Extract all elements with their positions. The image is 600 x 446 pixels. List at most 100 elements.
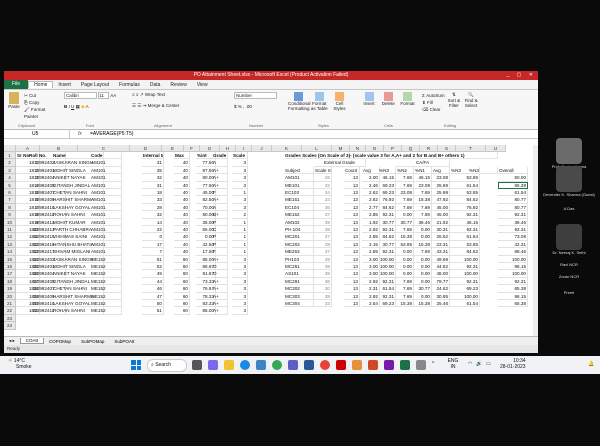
currency-icon[interactable]: $ xyxy=(234,104,237,109)
table-cell[interactable]: A xyxy=(212,203,228,212)
table-cell[interactable]: MC291 xyxy=(284,277,314,286)
table-cell[interactable]: 3 xyxy=(232,300,248,308)
table-cell[interactable]: 3 xyxy=(232,166,248,175)
table-cell[interactable]: 13 xyxy=(344,203,360,212)
table-cell[interactable]: 7.69 xyxy=(396,174,414,182)
table-cell[interactable]: 69.23 xyxy=(378,189,396,197)
table-cell[interactable]: 31 xyxy=(142,159,164,167)
table-cell[interactable]: 32 xyxy=(142,211,164,219)
indent-icon[interactable]: ⇥ xyxy=(143,103,147,108)
row-header[interactable]: 16 xyxy=(4,263,16,271)
grades-scale-title[interactable]: Grades Scales (On Scale of 3)- (scale va… xyxy=(284,152,498,160)
row-header[interactable]: 22 xyxy=(4,307,16,315)
table-cell[interactable]: 38.46 xyxy=(498,218,528,226)
table-cell[interactable]: 24.62 xyxy=(432,285,450,293)
table-cell[interactable]: 40 xyxy=(174,166,190,175)
table-cell[interactable]: MC202 xyxy=(284,240,314,249)
table-cell[interactable]: 84.62 xyxy=(450,248,480,256)
row-header[interactable]: 1 xyxy=(4,152,16,160)
align-center-icon[interactable]: ☰ xyxy=(137,103,141,108)
table-cell[interactable]: ME152 xyxy=(90,292,122,300)
search-box[interactable]: ⌕ Search xyxy=(147,359,187,372)
vertical-scrollbar[interactable] xyxy=(533,145,538,341)
find-select-button[interactable]: 🔍 Find & Select xyxy=(463,92,479,108)
table-cell[interactable]: AM101 xyxy=(90,248,122,256)
table-cell[interactable]: 23.31 xyxy=(432,240,450,249)
table-cell[interactable]: AM102 xyxy=(284,218,314,226)
table-cell[interactable]: 7.69 xyxy=(396,226,414,234)
table-cell[interactable]: 53.85 xyxy=(450,174,480,182)
table-cell[interactable]: 60 xyxy=(174,263,190,271)
table-cell[interactable]: 50 xyxy=(142,300,164,308)
table-cell[interactable]: 1 xyxy=(232,226,248,234)
table-cell[interactable]: 13 xyxy=(344,270,360,278)
table-cell[interactable]: 3 xyxy=(232,270,248,278)
table-cell[interactable]: 25.69 xyxy=(432,189,450,197)
copy-button[interactable]: ⎘ Copy xyxy=(24,99,57,106)
table-cell[interactable]: 31 xyxy=(142,181,164,189)
column-header[interactable]: G xyxy=(200,145,220,152)
sheet-tab-copomap[interactable]: COPOMap xyxy=(44,339,76,344)
file-explorer-icon[interactable] xyxy=(224,360,234,370)
table-cell[interactable]: 30 xyxy=(314,285,332,293)
table-cell[interactable]: 7.69 xyxy=(396,181,414,189)
table-cell[interactable]: 47 xyxy=(142,292,164,300)
table-cell[interactable]: A+ xyxy=(212,174,228,182)
tray-chevron-icon[interactable]: ^ xyxy=(432,361,434,367)
row-header[interactable]: 24 xyxy=(4,322,16,330)
table-cell[interactable]: 3 xyxy=(232,277,248,286)
table-cell[interactable]: 60 xyxy=(174,307,190,315)
orientation-icon[interactable]: ↗ xyxy=(140,92,144,97)
row-header[interactable]: 6 xyxy=(4,189,16,197)
table-cell[interactable]: 92.31 xyxy=(450,277,480,286)
table-cell[interactable]: 51 xyxy=(142,307,164,315)
table-cell[interactable]: 61.54 xyxy=(450,300,480,308)
sheet-tab-coatt[interactable]: COAtt xyxy=(19,338,45,344)
table-cell[interactable]: 32 xyxy=(142,174,164,182)
row-header[interactable]: 9 xyxy=(4,211,16,219)
table-cell[interactable]: 60 xyxy=(174,285,190,293)
table-cell[interactable]: 92.31 xyxy=(378,248,396,256)
participant-tile[interactable]: Dr. Neeraj K. Sethi xyxy=(540,224,598,255)
table-cell[interactable]: 13 xyxy=(344,240,360,249)
table-cell[interactable]: 61.54 xyxy=(498,189,528,197)
shrink-font-icon[interactable]: A xyxy=(113,93,116,98)
table-cell[interactable]: 96.15 xyxy=(498,263,528,271)
table-cell[interactable]: ME152 xyxy=(90,263,122,271)
table-cell[interactable]: 0.00 xyxy=(414,292,432,300)
table-cell[interactable]: 0.00 xyxy=(396,270,414,278)
table-cell[interactable]: 28 xyxy=(142,203,164,212)
table-cell[interactable]: 7.69 xyxy=(414,189,432,197)
table-cell[interactable]: 0.00 xyxy=(414,233,432,241)
table-cell[interactable]: 48.00 xyxy=(432,270,450,278)
table-cell[interactable]: AM101 xyxy=(90,233,122,241)
table-cell[interactable]: 53.85 xyxy=(450,189,480,197)
format-table-button[interactable]: Format as Table xyxy=(309,92,329,111)
column-header[interactable]: D xyxy=(130,145,162,152)
table-cell[interactable]: 13 xyxy=(344,196,360,204)
table-cell[interactable]: P xyxy=(212,218,228,226)
task-view-icon[interactable] xyxy=(192,360,202,370)
fill-color-icon[interactable]: ◆ xyxy=(81,104,84,109)
table-cell[interactable]: 45.00 xyxy=(432,211,450,219)
table-cell[interactable]: 23.08 xyxy=(396,189,414,197)
chat-icon[interactable] xyxy=(208,360,218,370)
wifi-icon[interactable]: ◠ xyxy=(468,361,472,367)
table-cell[interactable]: 7.69 xyxy=(396,277,414,286)
teams-icon[interactable] xyxy=(288,360,298,370)
table-cell[interactable]: 36 xyxy=(314,277,332,286)
table-cell[interactable]: 13 xyxy=(344,300,360,308)
table-cell[interactable]: 13 xyxy=(344,211,360,219)
table-cell[interactable]: 7 xyxy=(142,248,164,256)
table-cell[interactable]: ME152 xyxy=(90,270,122,278)
table-cell[interactable]: AM101 xyxy=(90,196,122,204)
italic-button[interactable]: I xyxy=(69,104,70,109)
table-cell[interactable]: 1 xyxy=(232,189,248,197)
table-cell[interactable]: 3 xyxy=(232,196,248,204)
table-cell[interactable]: 40 xyxy=(174,248,190,256)
tab-review[interactable]: Review xyxy=(165,82,191,88)
table-cell[interactable]: AM101 xyxy=(90,174,122,182)
right-header-cell[interactable]: %N3 xyxy=(468,166,498,175)
table-cell[interactable]: 69.23 xyxy=(378,181,396,189)
table-cell[interactable]: 38.46 xyxy=(414,218,432,226)
